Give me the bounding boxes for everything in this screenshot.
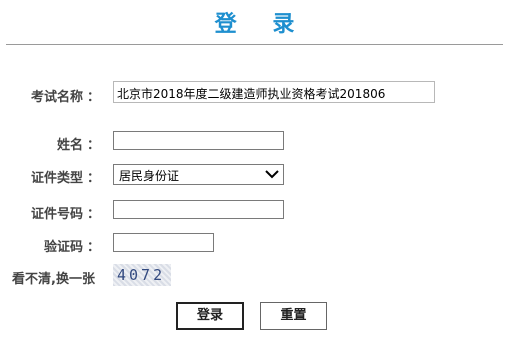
captcha-image[interactable]: 4072 [113, 264, 171, 286]
captcha-label-text: 验证码 [43, 240, 83, 255]
id-type-select[interactable]: 居民身份证 [113, 164, 284, 185]
page-title: 登 录 [214, 12, 309, 37]
refresh-captcha-link[interactable]: 看不清,换一张 [12, 268, 95, 287]
colon: ： [86, 240, 100, 255]
title-divider [6, 44, 503, 45]
exam-name-label-text: 考试名称 [30, 90, 83, 105]
id-number-label: 证件号码： [31, 203, 100, 222]
captcha-label: 验证码： [44, 236, 100, 255]
name-label-text: 姓名 [56, 138, 83, 153]
id-type-selected: 居民身份证 [119, 169, 180, 183]
id-type-label: 证件类型： [31, 167, 100, 186]
colon: ： [86, 207, 100, 222]
id-number-field[interactable] [113, 200, 284, 219]
reset-button[interactable]: 重置 [260, 302, 327, 330]
exam-name-label: 考试名称： [31, 86, 100, 105]
exam-name-field[interactable] [113, 81, 435, 103]
colon: ： [86, 90, 100, 105]
captcha-field[interactable] [113, 233, 214, 252]
name-field[interactable] [113, 131, 284, 150]
id-number-label-text: 证件号码 [30, 207, 83, 222]
chevron-down-icon [265, 170, 279, 179]
colon: ： [86, 138, 100, 153]
colon: ： [86, 171, 100, 186]
id-type-label-text: 证件类型 [30, 171, 83, 186]
name-label: 姓名： [57, 134, 100, 153]
login-button[interactable]: 登录 [176, 302, 244, 330]
